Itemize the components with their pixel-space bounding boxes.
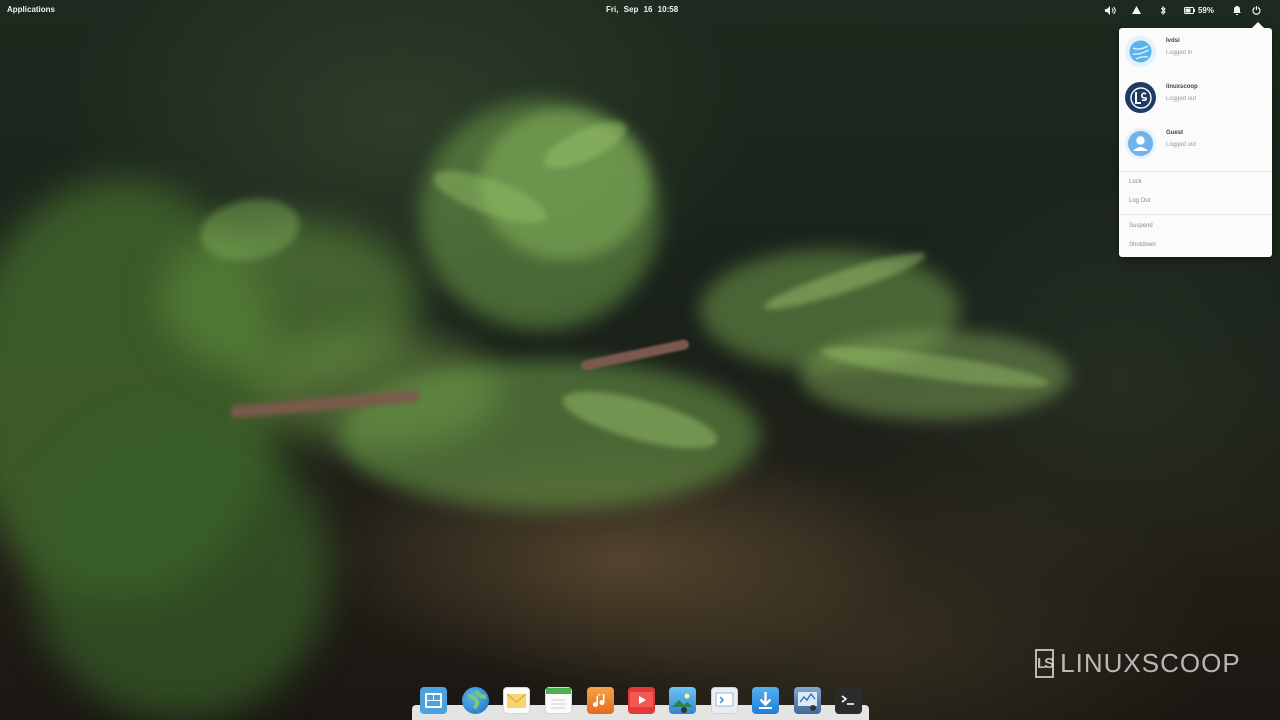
log-out-menu-item[interactable]: Log Out — [1129, 198, 1150, 204]
user-row-linuxscoop[interactable]: linuxscoop Logged out — [1125, 82, 1266, 118]
battery-indicator[interactable]: 59% — [1182, 3, 1216, 17]
bluetooth-icon[interactable] — [1156, 3, 1170, 17]
linuxscoop-logo-avatar — [1125, 82, 1156, 113]
lock-menu-item[interactable]: Lock — [1129, 179, 1142, 185]
applications-menu-button[interactable]: Applications — [7, 5, 55, 14]
battery-percentage: 59% — [1197, 5, 1214, 15]
user-row-guest[interactable]: Guest Logged out — [1125, 128, 1266, 164]
suspend-menu-item[interactable]: Suspend — [1129, 223, 1153, 229]
multitasking-view-icon[interactable] — [420, 687, 447, 714]
calendar-icon[interactable] — [545, 687, 572, 714]
notifications-icon[interactable] — [1230, 3, 1244, 17]
switchboard-icon[interactable] — [711, 687, 738, 714]
web-browser-icon[interactable] — [462, 687, 489, 714]
desktop-wallpaper — [0, 0, 1280, 720]
music-icon[interactable] — [587, 687, 614, 714]
guest-avatar — [1125, 128, 1156, 159]
shutdown-menu-item[interactable]: Shutdown — [1129, 242, 1156, 248]
network-icon[interactable] — [1129, 3, 1143, 17]
user-status: Logged out — [1166, 96, 1197, 102]
user-status: Logged in — [1166, 50, 1193, 56]
battery-icon — [1183, 6, 1195, 14]
user-globe-avatar — [1125, 36, 1156, 67]
terminal-icon[interactable] — [835, 687, 862, 714]
power-icon[interactable] — [1249, 3, 1263, 17]
user-name: Guest — [1166, 130, 1184, 136]
system-monitor-icon[interactable] — [794, 687, 821, 714]
videos-icon[interactable] — [628, 687, 655, 714]
mail-icon[interactable] — [503, 687, 530, 714]
volume-icon[interactable] — [1103, 3, 1117, 17]
user-name: linuxscoop — [1166, 84, 1198, 90]
appcenter-icon[interactable] — [752, 687, 779, 714]
top-panel: Applications Fri, Sep 16 10:58 59% — [0, 0, 1280, 20]
user-row-ivdsi[interactable]: Ivdsi Logged in — [1125, 36, 1266, 72]
menu-separator — [1119, 214, 1272, 215]
linuxscoop-watermark-logo: LS — [1035, 649, 1054, 678]
menu-separator — [1119, 171, 1272, 172]
session-menu-popover: Ivdsi Logged in linuxscoop Logged out Gu… — [1119, 22, 1272, 257]
linuxscoop-watermark-text: LINUXSCOOP — [1060, 648, 1241, 678]
datetime-indicator[interactable]: Fri, Sep 16 10:58 — [606, 5, 678, 14]
photos-icon[interactable] — [669, 687, 696, 714]
user-status: Logged out — [1166, 142, 1197, 148]
linuxscoop-watermark: LS LINUXSCOOP — [1035, 647, 1240, 680]
user-name: Ivdsi — [1166, 38, 1180, 44]
